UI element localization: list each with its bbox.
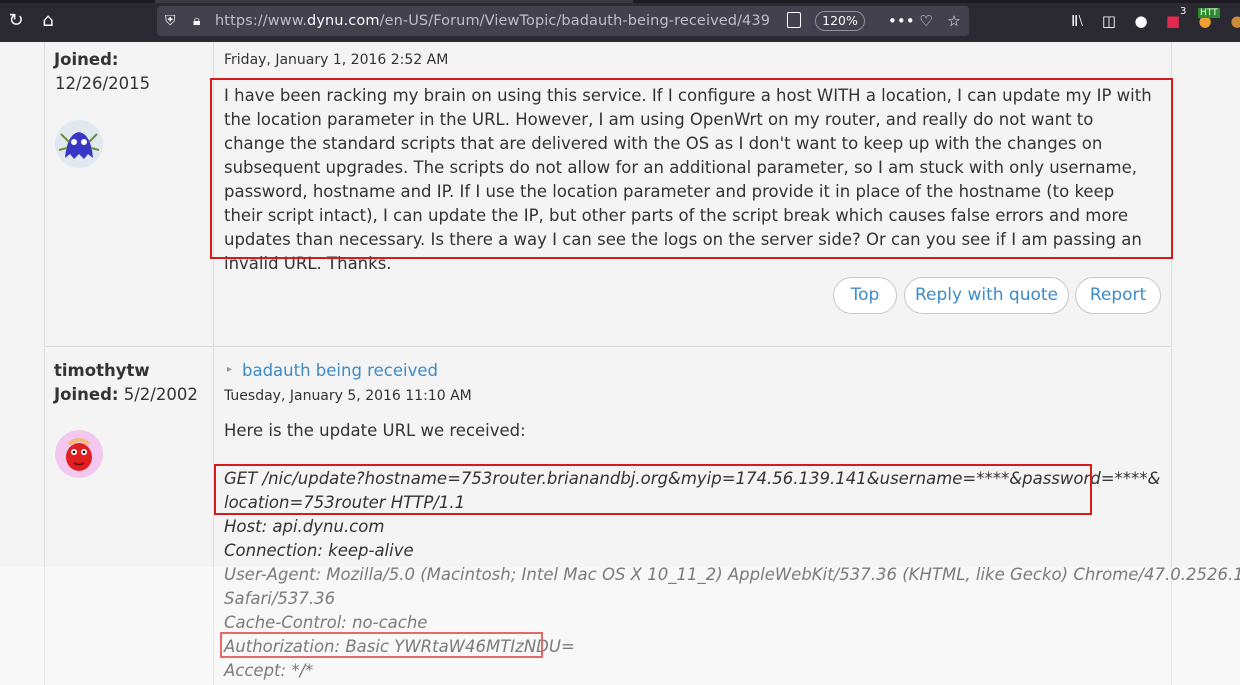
highlight-box	[210, 78, 1173, 259]
report-button[interactable]: Report	[1075, 277, 1161, 314]
avatar-image	[55, 120, 103, 168]
highlight-box	[214, 464, 1092, 515]
avatar-image	[55, 430, 103, 478]
post-title-link[interactable]: badauth being received	[242, 359, 438, 383]
post-intro: Here is the update URL we received:	[224, 421, 526, 440]
joined-label: Joined:	[54, 50, 119, 69]
active-tab[interactable]	[155, 0, 633, 3]
reader-view-icon[interactable]	[787, 12, 801, 28]
header-line: Connection: keep-alive	[224, 541, 414, 560]
joined-date: 5/2/2002	[123, 385, 198, 404]
overlay-band	[0, 567, 1240, 685]
page-actions-icon[interactable]: •••	[888, 11, 915, 31]
url-text[interactable]: https://www.dynu.com/en-US/Forum/ViewTop…	[215, 11, 770, 31]
extension-cookie2-icon[interactable]: ●	[1226, 10, 1240, 32]
extension-ghost-icon[interactable]: ●	[1130, 10, 1152, 32]
post-date: Friday, January 1, 2016 2:52 AM	[224, 52, 449, 68]
top-button[interactable]: Top	[833, 277, 897, 314]
post-date: Tuesday, January 5, 2016 11:10 AM	[224, 388, 472, 404]
lock-icon[interactable]: 🔒︎	[193, 11, 200, 31]
extension-label: HTT	[1198, 8, 1220, 18]
library-icon[interactable]: Ⅱ⧵	[1066, 10, 1088, 32]
home-icon[interactable]: ⌂	[37, 10, 59, 32]
joined-label: Joined:	[54, 385, 119, 404]
tab-strip	[0, 0, 1240, 3]
post-link-icon: ▸	[227, 364, 233, 375]
joined-date: 12/26/2015	[55, 74, 151, 93]
reply-with-quote-button[interactable]: Reply with quote	[904, 277, 1069, 314]
browser-toolbar: ↻ ⌂ ⛨ 🔒︎ https://www.dynu.com/en-US/Foru…	[0, 0, 1240, 42]
notification-badge: 3	[1180, 6, 1187, 17]
avatar[interactable]	[55, 120, 103, 168]
zoom-level[interactable]: 120%	[815, 11, 865, 31]
username[interactable]: timothytw	[54, 359, 150, 383]
avatar[interactable]	[55, 430, 103, 478]
header-line: Host: api.dynu.com	[224, 517, 385, 536]
reload-icon[interactable]: ↻	[5, 10, 27, 32]
bookmark-star-icon[interactable]: ☆	[944, 11, 964, 31]
post-author-panel: Joined: 12/26/2015	[45, 42, 214, 346]
sidebar-icon[interactable]: ◫	[1098, 10, 1120, 32]
tracking-shield-icon[interactable]: ⛨	[165, 11, 176, 31]
address-bar[interactable]: ⛨ 🔒︎ https://www.dynu.com/en-US/Forum/Vi…	[157, 6, 969, 36]
pocket-icon[interactable]: ♡	[916, 11, 936, 31]
forum-post: Joined: 12/26/2015 Friday, January 1, 20…	[44, 42, 1173, 347]
